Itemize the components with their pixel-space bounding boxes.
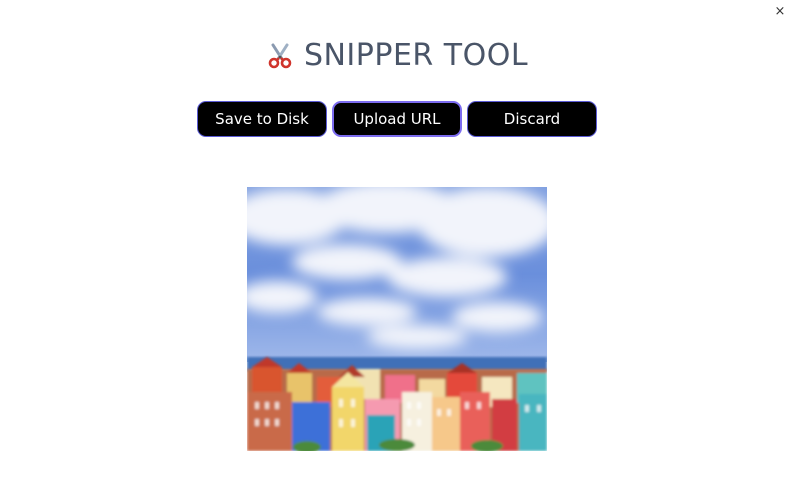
close-icon[interactable]: ×	[772, 4, 788, 20]
preview-image-drawing	[247, 187, 547, 451]
upload-url-button[interactable]: Upload URL	[332, 101, 462, 137]
scissors-icon	[268, 43, 292, 68]
app-title: SNIPPER TOOL	[303, 38, 529, 73]
snipper-window: × SNIPPER TOOL Save to Disk Upload URL D…	[0, 0, 794, 491]
discard-button[interactable]: Discard	[467, 101, 597, 137]
toolbar: Save to Disk Upload URL Discard	[0, 101, 794, 137]
header: SNIPPER TOOL	[0, 38, 794, 73]
captured-screenshot-image	[247, 187, 547, 451]
save-to-disk-button[interactable]: Save to Disk	[197, 101, 327, 137]
